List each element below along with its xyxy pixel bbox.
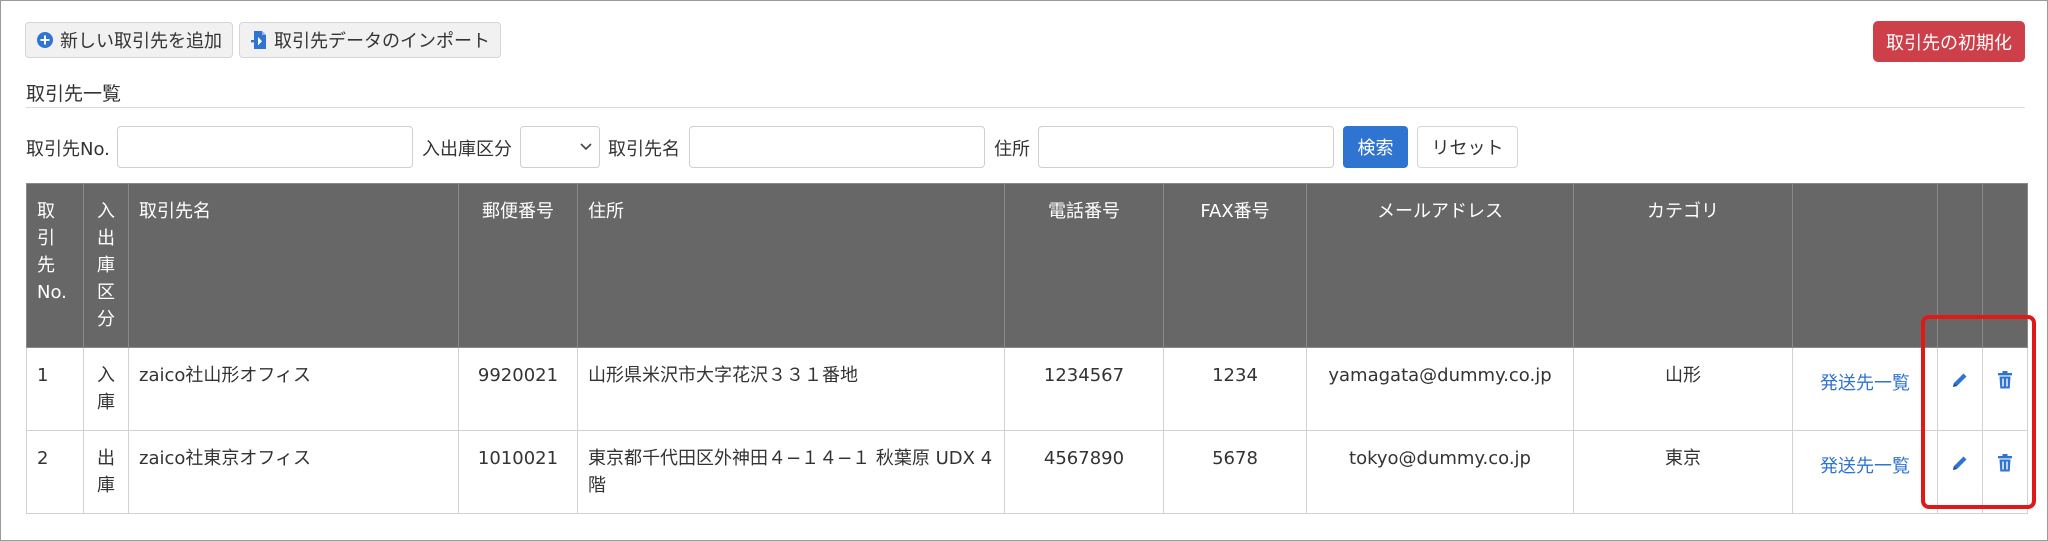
cell-type: 入 庫 [83, 347, 129, 431]
cell-fax: 5678 [1163, 430, 1307, 514]
filter-address-label: 住所 [994, 139, 1030, 160]
reset-all-partners-button[interactable]: 取引先の初期化 [1873, 21, 2025, 62]
cell-phone: 4567890 [1004, 430, 1164, 514]
filter-address-input[interactable] [1038, 126, 1334, 168]
cell-name: zaico社山形オフィス [128, 347, 459, 431]
header-type: 入 出 庫 区 分 [83, 183, 129, 348]
header-name: 取引先名 [128, 183, 459, 348]
header-links [1792, 183, 1938, 348]
cell-category: 東京 [1573, 430, 1793, 514]
reset-filter-button[interactable]: リセット [1417, 126, 1518, 168]
cell-name: zaico社東京オフィス [128, 430, 459, 514]
table-row: 1 入 庫 zaico社山形オフィス 9920021 山形県米沢市大字花沢３３１… [26, 347, 2028, 431]
import-partners-button[interactable]: 取引先データのインポート [239, 22, 501, 58]
cell-email: tokyo@dummy.co.jp [1306, 430, 1574, 514]
cell-email: yamagata@dummy.co.jp [1306, 347, 1574, 431]
header-postal: 郵便番号 [458, 183, 578, 348]
cell-type: 出 庫 [83, 430, 129, 514]
cell-no: 2 [26, 430, 84, 514]
cell-address: 東京都千代田区外神田４−１４−１ 秋葉原 UDX 4階 [577, 430, 1005, 514]
filter-name-input[interactable] [689, 126, 985, 168]
shipping-destinations-link[interactable]: 発送先一覧 [1803, 453, 1927, 480]
header-category: カテゴリ [1573, 183, 1793, 348]
filter-type-label: 入出庫区分 [422, 139, 512, 160]
cell-postal: 1010021 [458, 430, 578, 514]
filter-no-label: 取引先No. [26, 139, 110, 160]
cell-category: 山形 [1573, 347, 1793, 431]
app-window: 新しい取引先を追加 取引先データのインポート 取引先の初期化 取引先一覧 取引先… [0, 0, 2048, 541]
plus-circle-icon [37, 32, 53, 48]
search-button[interactable]: 検索 [1343, 126, 1408, 168]
filter-no-input[interactable] [117, 126, 413, 168]
section-title: 取引先一覧 [26, 83, 122, 105]
shipping-destinations-link[interactable]: 発送先一覧 [1803, 370, 1927, 397]
add-partner-button[interactable]: 新しい取引先を追加 [25, 22, 233, 58]
import-partners-label: 取引先データのインポート [274, 31, 490, 52]
cell-no: 1 [26, 347, 84, 431]
header-email: メールアドレス [1306, 183, 1574, 348]
cell-fax: 1234 [1163, 347, 1307, 431]
header-no: 取 引 先 No. [26, 183, 84, 348]
table-row: 2 出 庫 zaico社東京オフィス 1010021 東京都千代田区外神田４−１… [26, 430, 2028, 514]
file-import-icon [251, 31, 266, 49]
partners-table: 取 引 先 No. 入 出 庫 区 分 取引先名 郵便番号 住所 電話番号 FA… [26, 183, 2028, 514]
chevron-down-icon [580, 143, 592, 151]
cell-address: 山形県米沢市大字花沢３３１番地 [577, 347, 1005, 431]
cell-phone: 1234567 [1004, 347, 1164, 431]
filter-type-select[interactable] [520, 126, 600, 168]
table-header-row: 取 引 先 No. 入 出 庫 区 分 取引先名 郵便番号 住所 電話番号 FA… [26, 183, 2028, 348]
filter-name-label: 取引先名 [608, 139, 680, 160]
edit-delete-highlight-box [1921, 315, 2036, 509]
cell-links: 発送先一覧 [1792, 347, 1938, 431]
cell-postal: 9920021 [458, 347, 578, 431]
header-address: 住所 [577, 183, 1005, 348]
header-fax: FAX番号 [1163, 183, 1307, 348]
add-partner-label: 新しい取引先を追加 [60, 31, 222, 52]
header-phone: 電話番号 [1004, 183, 1164, 348]
section-divider [26, 107, 2025, 108]
cell-links: 発送先一覧 [1792, 430, 1938, 514]
